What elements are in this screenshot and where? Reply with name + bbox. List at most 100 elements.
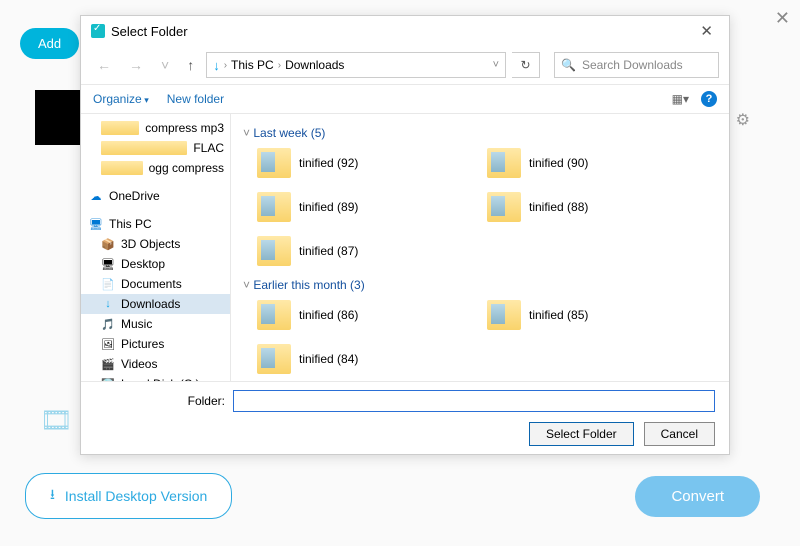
folder-name: tinified (84) [299,352,358,366]
new-folder-button[interactable]: New folder [167,92,224,106]
nav-up-icon[interactable]: ↑ [181,55,200,75]
folder-item[interactable]: tinified (85) [487,300,667,330]
sidebar-item-desktop[interactable]: 🖥 Desktop [81,254,230,274]
help-icon[interactable]: ? [701,91,717,107]
path-breadcrumb[interactable]: ↓ › This PC › Downloads ˅ [206,52,506,78]
app-logo-icon [91,24,105,38]
sidebar-item-downloads[interactable]: ↓ Downloads [81,294,230,314]
search-placeholder: Search Downloads [582,58,683,72]
folder-name: tinified (86) [299,308,358,322]
sidebar-item-pictures[interactable]: 🖼 Pictures [81,334,230,354]
cube-icon: 📦 [101,237,115,251]
sidebar-item[interactable]: FLAC [81,138,230,158]
sidebar-item-label: 3D Objects [121,237,180,251]
sidebar-item-label: Documents [121,277,182,291]
app-close-icon[interactable]: ✕ [775,8,790,29]
film-icon: 🎞 [40,405,73,436]
folder-item[interactable]: tinified (86) [257,300,437,330]
group-header[interactable]: Earlier this month (3) [243,278,717,292]
close-icon[interactable]: ✕ [694,22,719,40]
folder-name: tinified (90) [529,156,588,170]
sidebar: compress mp3FLACogg compress ☁ OneDrive … [81,114,231,381]
sidebar-item-label: This PC [109,217,152,231]
folder-item[interactable]: tinified (87) [257,236,437,266]
vid-icon: 🎬 [101,357,115,371]
add-button[interactable]: Add [20,28,79,59]
file-list: Last week (5) tinified (92) tinified (90) t… [231,114,729,381]
nav-back-icon[interactable]: ← [91,55,117,75]
folder-icon [487,192,521,222]
chevron-right-icon: › [278,60,281,71]
search-input[interactable]: 🔍 Search Downloads [554,52,719,78]
downloads-path-icon: ↓ [213,58,220,73]
sidebar-item-label: Downloads [121,297,180,311]
group-header[interactable]: Last week (5) [243,126,717,140]
organize-menu[interactable]: Organize [93,92,149,106]
sidebar-item-documents[interactable]: 📄 Documents [81,274,230,294]
folder-icon [101,121,139,135]
sidebar-item-label: Music [121,317,152,331]
sidebar-item-label: FLAC [193,141,224,155]
install-desktop-button[interactable]: ⭳ Install Desktop Version [25,473,232,519]
sidebar-item-label: compress mp3 [145,121,224,135]
folder-icon [487,300,521,330]
folder-icon [257,236,291,266]
refresh-icon[interactable]: ↻ [512,52,540,78]
breadcrumb-root[interactable]: This PC [231,58,274,72]
folder-name: tinified (87) [299,244,358,258]
sidebar-thispc[interactable]: 🖥 This PC [81,214,230,234]
folder-icon [257,300,291,330]
folder-icon [257,192,291,222]
folder-field-label: Folder: [95,394,225,408]
gear-icon[interactable]: ⚙ [736,110,750,130]
download-icon: ⭳ [50,484,55,508]
doc-icon: 📄 [101,277,115,291]
folder-name-input[interactable] [233,390,715,412]
sidebar-item-videos[interactable]: 🎬 Videos [81,354,230,374]
folder-name: tinified (85) [529,308,588,322]
nav-recent-icon[interactable]: ˅ [155,55,175,75]
folder-name: tinified (89) [299,200,358,214]
folder-item[interactable]: tinified (88) [487,192,667,222]
desktop-icon: 🖥 [101,257,115,271]
folder-icon [101,141,187,155]
view-options-icon[interactable]: ▦▾ [672,92,689,106]
dl-icon: ↓ [101,297,115,311]
folder-item[interactable]: tinified (89) [257,192,437,222]
sidebar-item-label: Desktop [121,257,165,271]
sidebar-onedrive[interactable]: ☁ OneDrive [81,186,230,206]
select-folder-button[interactable]: Select Folder [529,422,634,446]
path-dropdown-icon[interactable]: ˅ [493,59,499,71]
convert-button[interactable]: Convert [635,476,760,517]
dialog-title: Select Folder [111,24,188,39]
sidebar-item-local-disk-c-[interactable]: 💽Local Disk (C:) [81,374,230,381]
sidebar-item[interactable]: compress mp3 [81,118,230,138]
breadcrumb-current[interactable]: Downloads [285,58,344,72]
sidebar-item-label: ogg compress [149,161,224,175]
folder-item[interactable]: tinified (92) [257,148,437,178]
folder-item[interactable]: tinified (90) [487,148,667,178]
nav-forward-icon[interactable]: → [123,55,149,75]
onedrive-icon: ☁ [89,189,103,203]
sidebar-item[interactable]: ogg compress [81,158,230,178]
sidebar-item-label: Videos [121,357,157,371]
folder-icon [101,161,143,175]
select-folder-dialog: Select Folder ✕ ← → ˅ ↑ ↓ › This PC › Do… [80,15,730,455]
folder-name: tinified (88) [529,200,588,214]
folder-name: tinified (92) [299,156,358,170]
chevron-right-icon: › [224,60,227,71]
search-icon: 🔍 [561,58,576,72]
sidebar-item-music[interactable]: 🎵 Music [81,314,230,334]
music-icon: 🎵 [101,317,115,331]
folder-icon [257,344,291,374]
cancel-button[interactable]: Cancel [644,422,715,446]
folder-icon [487,148,521,178]
sidebar-item-label: OneDrive [109,189,160,203]
sidebar-item-label: Pictures [121,337,164,351]
sidebar-item-3d-objects[interactable]: 📦 3D Objects [81,234,230,254]
pic-icon: 🖼 [101,337,115,351]
install-label: Install Desktop Version [65,488,207,504]
pc-icon: 🖥 [89,217,103,231]
folder-item[interactable]: tinified (84) [257,344,437,374]
folder-icon [257,148,291,178]
